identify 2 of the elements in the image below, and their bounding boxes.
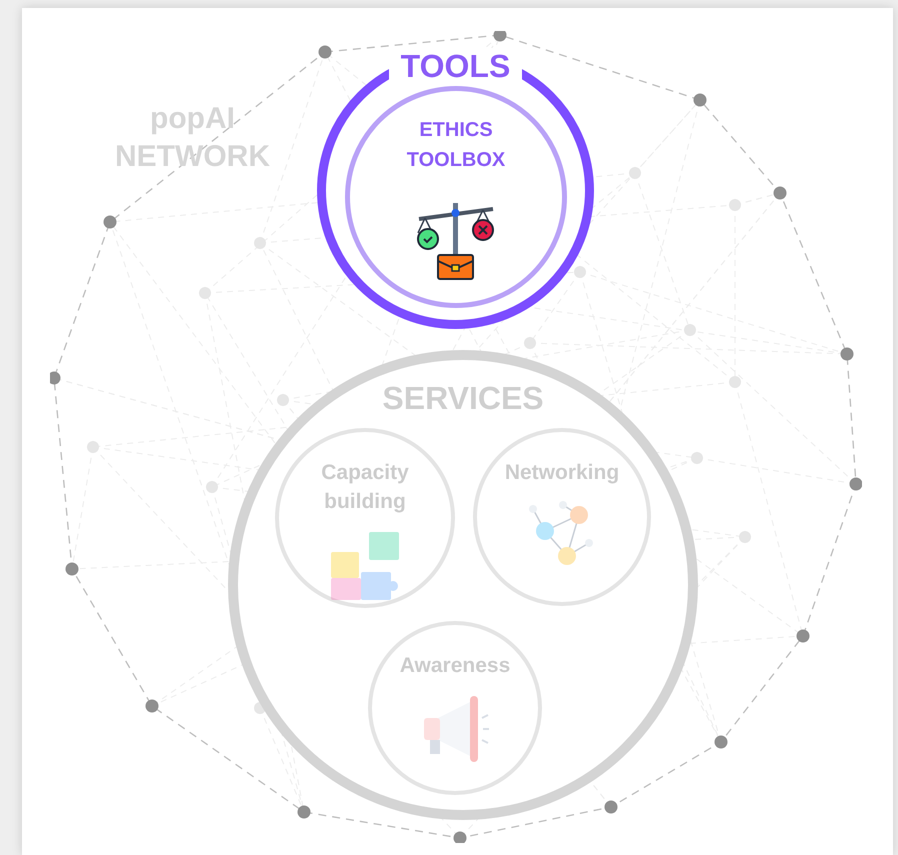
item-label: ETHICS TOOLBOX <box>406 118 506 173</box>
puzzle-icon <box>329 530 401 602</box>
